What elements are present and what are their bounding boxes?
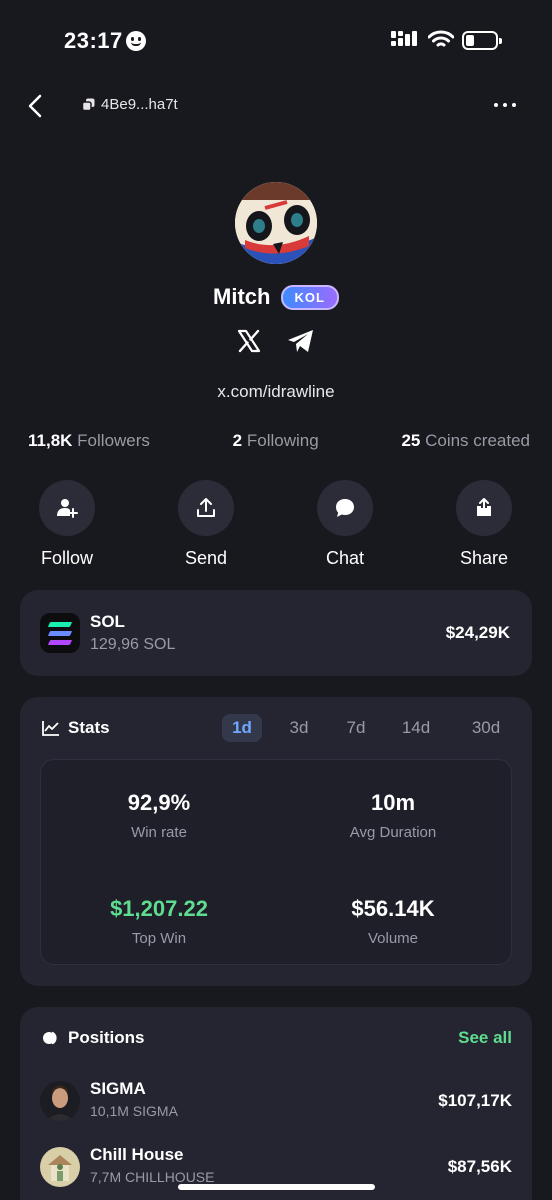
profile-link[interactable]: x.com/idrawline [0, 382, 552, 402]
add-user-icon [57, 499, 78, 518]
chill-house-token-icon [40, 1147, 80, 1187]
more-options-icon[interactable] [492, 97, 518, 113]
followers-count[interactable]: 11,8K Followers [28, 431, 150, 451]
position-row[interactable]: Chill House 7,7M CHILLHOUSE $87,56K [40, 1145, 512, 1189]
solana-icon [40, 613, 80, 653]
win-rate-value: 92,9% [127, 790, 191, 815]
x-icon[interactable] [236, 328, 262, 354]
tab-7d[interactable]: 7d [341, 714, 371, 742]
stat-top-win: $1,207.22 Top Win [59, 896, 259, 947]
position-value: $107,17K [438, 1091, 512, 1110]
profile-name: Mitch [213, 284, 271, 309]
chat-button[interactable]: Chat [295, 480, 395, 569]
stats-card: Stats 1d 3d 7d 14d 30d 92,9% Win rate 10… [20, 697, 532, 986]
sigma-token-icon [40, 1081, 80, 1121]
volume-label: Volume [367, 930, 419, 947]
stat-avg-duration: 10m Avg Duration [293, 790, 493, 841]
position-value: $87,56K [447, 1157, 512, 1176]
tab-30d[interactable]: 30d [466, 714, 506, 742]
see-all-link[interactable]: See all [458, 1028, 512, 1048]
telegram-icon[interactable] [286, 328, 316, 354]
avatar [235, 182, 317, 264]
share-button[interactable]: Share [434, 480, 534, 569]
follow-label: Follow [40, 548, 93, 568]
status-time: 23:17 [64, 28, 123, 53]
smiley-icon [126, 31, 146, 51]
positions-header: Positions [42, 1028, 145, 1048]
coins-icon [43, 1031, 57, 1045]
send-button[interactable]: Send [156, 480, 256, 569]
tab-1d[interactable]: 1d [222, 714, 262, 742]
coins-created-count[interactable]: 25 Coins created [401, 431, 530, 451]
upload-icon [197, 498, 215, 517]
status-bar: 23:17 [0, 0, 552, 80]
position-row[interactable]: SIGMA 10,1M SIGMA $107,17K [40, 1079, 512, 1123]
positions-title: Positions [68, 1028, 145, 1047]
avg-duration-value: 10m [370, 790, 416, 815]
share-label: Share [459, 548, 509, 568]
token-value: $24,29K [445, 623, 510, 642]
stats-header: Stats [42, 718, 110, 738]
position-name: Chill House [90, 1145, 184, 1164]
wifi-icon [428, 30, 454, 47]
stat-volume: $56.14K Volume [293, 896, 493, 947]
line-chart-icon [42, 721, 59, 736]
wallet-address-text: 4Be9...ha7t [101, 96, 178, 113]
profile-name-row: Mitch KOL [0, 284, 552, 310]
wallet-address[interactable]: 4Be9...ha7t [82, 96, 178, 113]
home-indicator[interactable] [178, 1184, 375, 1190]
tab-3d[interactable]: 3d [284, 714, 314, 742]
following-count[interactable]: 2 Following [233, 431, 319, 451]
tab-14d[interactable]: 14d [398, 714, 434, 742]
copy-icon[interactable] [82, 98, 95, 111]
chat-label: Chat [325, 548, 365, 568]
chat-bubble-icon [336, 499, 354, 517]
followers-label: Followers [77, 431, 150, 450]
send-label: Send [184, 548, 228, 568]
coins-created-label: Coins created [425, 431, 530, 450]
top-win-value: $1,207.22 [110, 896, 208, 921]
period-tabs: 1d 3d 7d 14d 30d [222, 714, 512, 742]
following-label: Following [246, 431, 319, 450]
positions-card: Positions See all SIGMA 10,1M SIGMA $107… [20, 1007, 532, 1200]
volume-value: $56.14K [351, 896, 435, 921]
win-rate-label: Win rate [131, 824, 187, 841]
avg-duration-label: Avg Duration [349, 824, 437, 841]
top-win-label: Top Win [131, 930, 187, 947]
battery-icon [462, 31, 502, 50]
kol-badge: KOL [280, 284, 339, 310]
sol-balance-card[interactable]: SOL 129,96 SOL $24,29K [20, 590, 532, 676]
token-name: SOL [90, 612, 125, 631]
profile-counts: 11,8K Followers 2 Following 25 Coins cre… [28, 431, 530, 451]
stats-title: Stats [68, 718, 110, 737]
social-links [0, 328, 552, 354]
stat-win-rate: 92,9% Win rate [59, 790, 259, 841]
position-amount: 10,1M SIGMA [90, 1103, 178, 1119]
share-icon [477, 498, 491, 516]
back-icon[interactable] [24, 92, 48, 120]
coins-created-value: 25 [401, 431, 421, 450]
followers-value: 11,8K [28, 431, 73, 450]
position-amount: 7,7M CHILLHOUSE [90, 1169, 215, 1185]
position-name: SIGMA [90, 1079, 146, 1098]
follow-button[interactable]: Follow [17, 480, 117, 569]
signal-icon [391, 31, 417, 46]
following-value: 2 [232, 431, 243, 450]
stats-grid: 92,9% Win rate 10m Avg Duration $1,207.2… [40, 759, 512, 965]
token-amount: 129,96 SOL [90, 636, 176, 653]
